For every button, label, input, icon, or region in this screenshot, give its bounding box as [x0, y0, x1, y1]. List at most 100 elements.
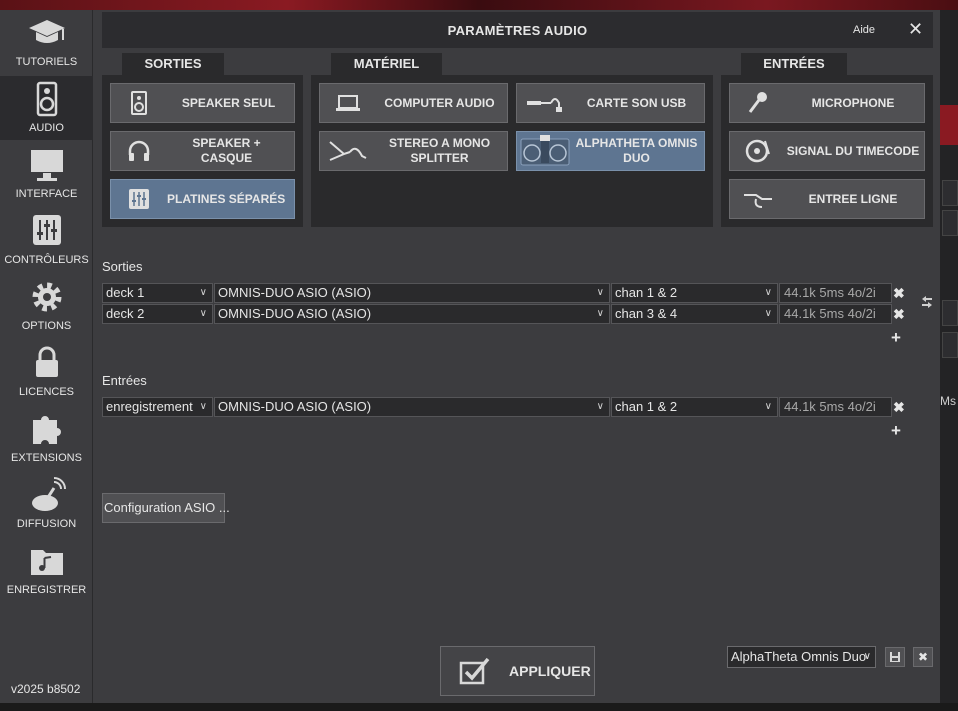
speaker-seul-button[interactable]: SPEAKER SEUL — [110, 83, 295, 123]
sidebar-item-interface[interactable]: INTERFACE — [0, 142, 93, 206]
group-sorties: SPEAKER SEUL SPEAKER + CASQUE PLATINES S… — [102, 75, 303, 227]
sliders-icon — [32, 215, 61, 245]
sidebar-item-extensions[interactable]: EXTENSIONS — [0, 406, 93, 470]
button-label: STEREO A MONO SPLITTER — [388, 136, 491, 165]
save-preset-button[interactable] — [885, 647, 905, 667]
help-link[interactable]: Aide — [853, 24, 875, 36]
button-label: SPEAKER SEUL — [181, 95, 276, 110]
jack-cable-icon — [744, 194, 772, 208]
sidebar-item-label: ENREGISTRER — [6, 584, 87, 596]
remove-output-button[interactable]: ✖ — [893, 285, 905, 302]
floppy-disk-icon — [890, 652, 900, 662]
add-output-button[interactable]: + — [891, 328, 901, 348]
background-block — [942, 332, 958, 358]
delete-preset-button[interactable]: ✖ — [913, 647, 933, 667]
computer-audio-button[interactable]: COMPUTER AUDIO — [319, 83, 508, 123]
signal-timecode-button[interactable]: SIGNAL DU TIMECODE — [729, 131, 925, 171]
chevron-down-icon: ∨ — [199, 308, 207, 319]
asio-configuration-button[interactable]: Configuration ASIO ... — [102, 493, 230, 523]
sidebar-item-options[interactable]: OPTIONS — [0, 274, 93, 338]
headphones-icon — [128, 140, 150, 161]
background-app-panel: Ms — [940, 10, 958, 711]
speaker-icon — [36, 81, 57, 117]
select-value: OMNIS-DUO ASIO (ASIO) — [218, 306, 372, 321]
output-info: 44.1k 5ms 4o/2i — [779, 304, 892, 324]
sidebar-item-audio[interactable]: AUDIO — [0, 76, 93, 140]
sidebar-item-label: EXTENSIONS — [11, 452, 82, 464]
select-value: chan 3 & 4 — [615, 306, 678, 321]
group-materiel: COMPUTER AUDIO CARTE SON USB STEREO A MO… — [311, 75, 713, 227]
gear-icon — [32, 282, 61, 312]
group-tab-sorties: SORTIES — [122, 53, 224, 75]
output-target-select[interactable]: deck 2 ∨ — [102, 304, 213, 324]
group-entrees: MICROPHONE SIGNAL DU TIMECODE ENTREE LIG… — [721, 75, 933, 227]
input-channel-select[interactable]: chan 1 & 2 ∨ — [611, 397, 778, 417]
broadcast-dish-icon — [31, 477, 66, 511]
output-info: 44.1k 5ms 4o/2i — [779, 283, 892, 303]
sidebar-item-tutoriels[interactable]: TUTORIELS — [0, 10, 93, 74]
stereo-mono-splitter-button[interactable]: STEREO A MONO SPLITTER — [319, 131, 508, 171]
puzzle-icon — [32, 416, 61, 444]
background-block — [942, 300, 958, 326]
button-label: CARTE SON USB — [586, 95, 687, 110]
chevron-down-icon: ∨ — [596, 308, 604, 319]
output-channel-select[interactable]: chan 3 & 4 ∨ — [611, 304, 778, 324]
inputs-label: Entrées — [102, 373, 147, 388]
dialog-title: PARAMÈTRES AUDIO — [447, 23, 588, 38]
sidebar-item-diffusion[interactable]: DIFFUSION — [0, 472, 93, 536]
input-device-select[interactable]: OMNIS-DUO ASIO (ASIO) ∨ — [214, 397, 610, 417]
sidebar-item-controleurs[interactable]: CONTRÔLEURS — [0, 208, 93, 272]
remove-input-button[interactable]: ✖ — [893, 399, 905, 416]
splitter-cable-icon — [329, 141, 367, 161]
background-text: Ms — [940, 394, 956, 408]
select-value: enregistrement — [106, 399, 193, 414]
microphone-button[interactable]: MICROPHONE — [729, 83, 925, 123]
remove-output-button[interactable]: ✖ — [893, 306, 905, 323]
chevron-down-icon: ∨ — [764, 308, 772, 319]
select-value: deck 1 — [106, 285, 145, 300]
sidebar-item-label: AUDIO — [29, 122, 64, 134]
chevron-down-icon: ∨ — [863, 651, 871, 662]
platines-separes-button[interactable]: PLATINES SÉPARÉS — [110, 179, 295, 219]
app-window: Ms TUTORIELS AUDIO INTERFACE CONTRÔLEURS… — [0, 0, 958, 711]
sidebar-item-licences[interactable]: LICENCES — [0, 340, 93, 404]
output-device-select[interactable]: OMNIS-DUO ASIO (ASIO) ∨ — [214, 304, 610, 324]
input-target-select[interactable]: enregistrement ∨ — [102, 397, 213, 417]
sliders-icon — [129, 189, 149, 209]
background-block — [942, 180, 958, 206]
carte-son-usb-button[interactable]: CARTE SON USB — [516, 83, 705, 123]
background-block — [942, 210, 958, 236]
speaker-casque-button[interactable]: SPEAKER + CASQUE — [110, 131, 295, 171]
usb-cable-icon — [527, 98, 562, 112]
settings-sidebar: TUTORIELS AUDIO INTERFACE CONTRÔLEURS OP… — [0, 10, 93, 703]
output-target-select[interactable]: deck 1 ∨ — [102, 283, 213, 303]
dj-controller-icon — [520, 135, 570, 166]
select-value: AlphaTheta Omnis Duo — [731, 649, 867, 664]
dialog-titlebar: PARAMÈTRES AUDIO Aide ✕ — [102, 12, 933, 48]
add-input-button[interactable]: + — [891, 421, 901, 441]
output-device-select[interactable]: OMNIS-DUO ASIO (ASIO) ∨ — [214, 283, 610, 303]
output-channel-select[interactable]: chan 1 & 2 ∨ — [611, 283, 778, 303]
preset-select[interactable]: AlphaTheta Omnis Duo ∨ — [727, 646, 876, 668]
button-label: COMPUTER AUDIO — [384, 95, 495, 110]
lock-icon — [35, 346, 58, 377]
alphatheta-omnis-duo-button[interactable]: ALPHATHETA OMNIS DUO — [516, 131, 705, 171]
select-value: chan 1 & 2 — [615, 285, 678, 300]
graduation-cap-icon — [28, 20, 65, 43]
button-label: ALPHATHETA OMNIS DUO — [575, 136, 698, 165]
entree-ligne-button[interactable]: ENTREE LIGNE — [729, 179, 925, 219]
button-label: MICROPHONE — [811, 95, 895, 110]
vinyl-icon — [745, 139, 770, 163]
version-label: v2025 b8502 — [11, 682, 81, 696]
music-folder-icon — [30, 550, 63, 575]
close-button[interactable]: ✕ — [908, 19, 923, 40]
swap-arrows-icon[interactable] — [919, 294, 935, 310]
button-label: PLATINES SÉPARÉS — [167, 191, 286, 206]
sidebar-item-enregistrer[interactable]: ENREGISTRER — [0, 538, 93, 602]
sidebar-item-label: INTERFACE — [15, 188, 78, 200]
apply-label: APPLIQUER — [509, 663, 591, 679]
checkbox-check-icon — [459, 657, 490, 685]
chevron-down-icon: ∨ — [596, 287, 604, 298]
background-bottom-strip — [0, 703, 958, 711]
apply-button[interactable]: APPLIQUER — [440, 646, 595, 696]
